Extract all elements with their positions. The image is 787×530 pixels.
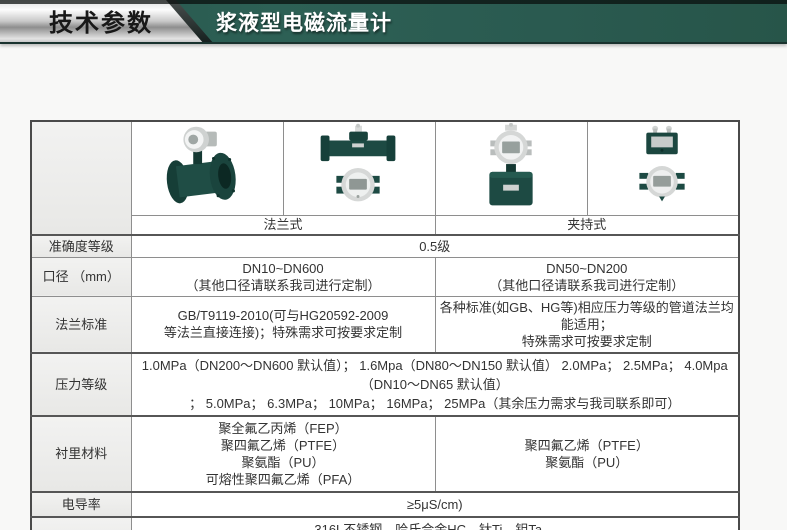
flowmeter-flange-angled-icon — [148, 123, 266, 213]
flowmeter-clamp-top-icon — [604, 123, 722, 213]
conductivity-value: ≥5μS/cm) — [131, 492, 739, 517]
lining-flange-item: 可熔性聚四氟乙烯（PFA） — [136, 471, 431, 488]
diameter-label: 口径 （mm） — [31, 257, 131, 296]
table-row-pressure: 压力等级 1.0MPa（DN200～DN600 默认值）； 1.6Mpa（DN8… — [31, 353, 739, 416]
clamp-meter-front-view-image — [435, 121, 587, 215]
lining-clamp-item: 聚四氟乙烯（PTFE） — [440, 437, 735, 454]
pressure-line1: 1.0MPa（DN200～DN600 默认值）； 1.6Mpa（DN80～DN1… — [136, 356, 735, 394]
flange-standard-clamp-line2: 特殊需求可按要求定制 — [440, 333, 735, 350]
mount-type-flange: 法兰式 — [131, 215, 435, 235]
section-title: 技术参数 — [36, 0, 166, 44]
pressure-label: 压力等级 — [31, 353, 131, 416]
pressure-line2: ； 5.0MPa； 6.3MPa； 10MPa； 16MPa； 25MPa（其余… — [136, 394, 735, 413]
conductivity-label: 电导率 — [31, 492, 131, 517]
accuracy-label: 准确度等级 — [31, 235, 131, 258]
lining-flange-item: 聚全氟乙丙烯（FEP） — [136, 420, 431, 437]
table-row-electrode: 电极材料 316L不锈钢，哈氏合金HC，钛Ti，钽Ta， 碳化钨WC，铂铱合金P… — [31, 517, 739, 530]
diameter-clamp-value: DN50~DN200 （其他口径请联系我司进行定制） — [435, 257, 739, 296]
table-row-lining: 衬里材料 聚全氟乙丙烯（FEP） 聚四氟乙烯（PTFE） 聚氨酯（PU） 可熔性… — [31, 416, 739, 492]
table-row-mount-types: 法兰式 夹持式 — [31, 215, 739, 235]
mount-type-clamp: 夹持式 — [435, 215, 739, 235]
spec-table: 法兰式 夹持式 准确度等级 0.5级 口径 （mm） DN10~DN600 （其… — [30, 120, 740, 530]
table-row-images — [31, 121, 739, 215]
table-row-accuracy: 准确度等级 0.5级 — [31, 235, 739, 258]
flowmeter-clamp-front-icon — [452, 123, 570, 213]
clamp-meter-compact-and-display-image — [587, 121, 739, 215]
flange-standard-label: 法兰标准 — [31, 296, 131, 353]
flange-meter-pipe-and-display-image — [283, 121, 435, 215]
page-title: 浆液型电磁流量计 — [216, 0, 392, 44]
table-row-flange-standard: 法兰标准 GB/T9119-2010(可与HG20592-2009 等法兰直接连… — [31, 296, 739, 353]
flange-standard-clamp-value: 各种标准(如GB、HG等)相应压力等级的管道法兰均能适用； 特殊需求可按要求定制 — [435, 296, 739, 353]
electrode-label: 电极材料 — [31, 517, 131, 530]
page-header-banner: 技术参数 浆液型电磁流量计 — [0, 0, 787, 44]
flange-meter-angled-view-image — [131, 121, 283, 215]
electrode-value: 316L不锈钢，哈氏合金HC，钛Ti，钽Ta， 碳化钨WC，铂铱合金Pt — [131, 517, 739, 530]
lining-label: 衬里材料 — [31, 416, 131, 492]
flowmeter-flange-top-icon — [300, 123, 418, 213]
electrode-line1: 316L不锈钢，哈氏合金HC，钛Ti，钽Ta， — [136, 521, 735, 530]
lining-flange-item: 聚氨酯（PU） — [136, 454, 431, 471]
table-row-diameter: 口径 （mm） DN10~DN600 （其他口径请联系我司进行定制） DN50~… — [31, 257, 739, 296]
diameter-clamp-note: （其他口径请联系我司进行定制） — [440, 277, 735, 294]
lining-clamp-item: 聚氨酯（PU） — [440, 454, 735, 471]
accuracy-value: 0.5级 — [131, 235, 739, 258]
lining-clamp-value: 聚四氟乙烯（PTFE） 聚氨酯（PU） — [435, 416, 739, 492]
diameter-flange-value: DN10~DN600 （其他口径请联系我司进行定制） — [131, 257, 435, 296]
images-row-label-cell — [31, 121, 131, 235]
pressure-value: 1.0MPa（DN200～DN600 默认值）； 1.6Mpa（DN80～DN1… — [131, 353, 739, 416]
flange-standard-flange-line1: GB/T9119-2010(可与HG20592-2009 — [136, 307, 431, 324]
flange-standard-flange-value: GB/T9119-2010(可与HG20592-2009 等法兰直接连接)；特殊… — [131, 296, 435, 353]
table-row-conductivity: 电导率 ≥5μS/cm) — [31, 492, 739, 517]
lining-flange-value: 聚全氟乙丙烯（FEP） 聚四氟乙烯（PTFE） 聚氨酯（PU） 可熔性聚四氟乙烯… — [131, 416, 435, 492]
lining-flange-item: 聚四氟乙烯（PTFE） — [136, 437, 431, 454]
diameter-clamp-range: DN50~DN200 — [440, 260, 735, 277]
flange-standard-flange-line2: 等法兰直接连接)；特殊需求可按要求定制 — [136, 324, 431, 341]
diameter-flange-note: （其他口径请联系我司进行定制） — [136, 277, 431, 294]
diameter-flange-range: DN10~DN600 — [136, 260, 431, 277]
flange-standard-clamp-line1: 各种标准(如GB、HG等)相应压力等级的管道法兰均能适用； — [440, 299, 735, 333]
